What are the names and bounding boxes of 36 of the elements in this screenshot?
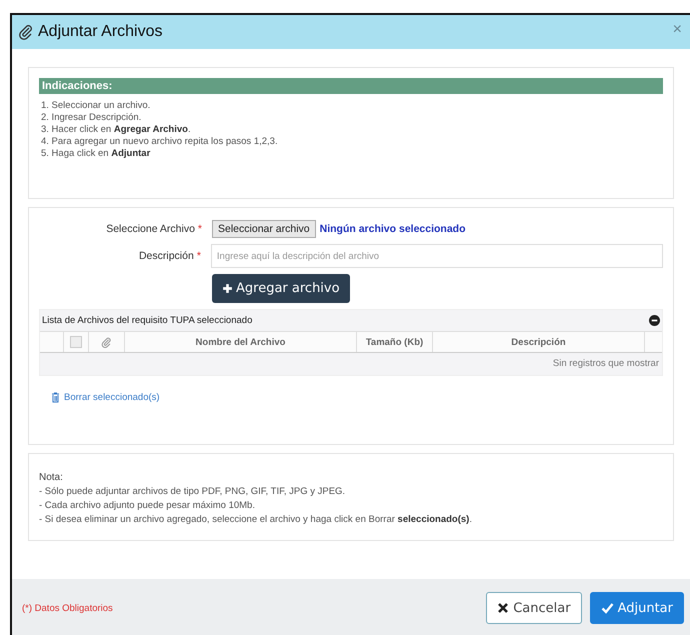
column-header: Nombre del Archivo [125,332,357,352]
instruction-step: 1. Seleccionar un archivo. [39,100,663,112]
required-note: (*) Datos Obligatorios [22,602,113,614]
close-icon [497,602,510,614]
trash-icon [51,392,60,403]
delete-selected-link[interactable]: Borrar seleccionado(s) [51,392,160,403]
instructions-header: Indicaciones: [39,78,663,94]
note-line: - Cada archivo adjunto puede pesar máximo 10Mb. [39,499,256,513]
note-line: - Si desea eliminar un archivo agregado, seleccione el archivo y haga click en Borrar seleccionado(s). [39,513,473,527]
select-all-checkbox[interactable] [70,336,82,348]
instruction-step: 2. Ingresar Descripción. [39,112,663,124]
field-label: Seleccione Archivo [106,223,195,235]
instruction-step: 4. Para agregar un nuevo archivo repita los pasos 1,2,3. [39,136,663,148]
note-line: - Sólo puede adjuntar archivos de tipo PDF, PNG, GIF, TIF, JPG y JPEG. [39,485,346,499]
instruction-step: 5. Haga click en Adjuntar [39,148,663,160]
empty-message: Sin registros que mostrar [552,358,659,369]
add-file-button[interactable]: Agregar archivo [212,274,350,303]
file-status: Ningún archivo seleccionado [320,223,466,235]
column-header: Descripción [433,332,645,352]
paperclip-icon [101,336,112,348]
table-caption: Lista de Archivos del requisito TUPA seleccionado [42,315,252,326]
file-select-button[interactable]: Seleccionar archivo [212,220,316,238]
cancel-button[interactable]: Cancelar [486,592,582,624]
modal-title: Adjuntar Archivos [38,23,164,41]
note-title: Nota: [39,472,64,483]
paperclip-icon [18,24,34,40]
field-label: Descripción [138,250,194,262]
collapse-icon[interactable] [649,315,660,326]
instruction-step: 3. Hacer click en Agregar Archivo. [39,124,663,136]
description-field[interactable]: Ingrese aquí la descripción del archivo [210,244,663,268]
required-mark: * [198,223,202,235]
attach-button[interactable]: Adjuntar [590,592,684,624]
column-header: Tamaño (Kb) [357,332,433,352]
plus-icon [222,283,233,294]
checkmark-icon [600,602,614,614]
required-mark: * [196,250,201,262]
